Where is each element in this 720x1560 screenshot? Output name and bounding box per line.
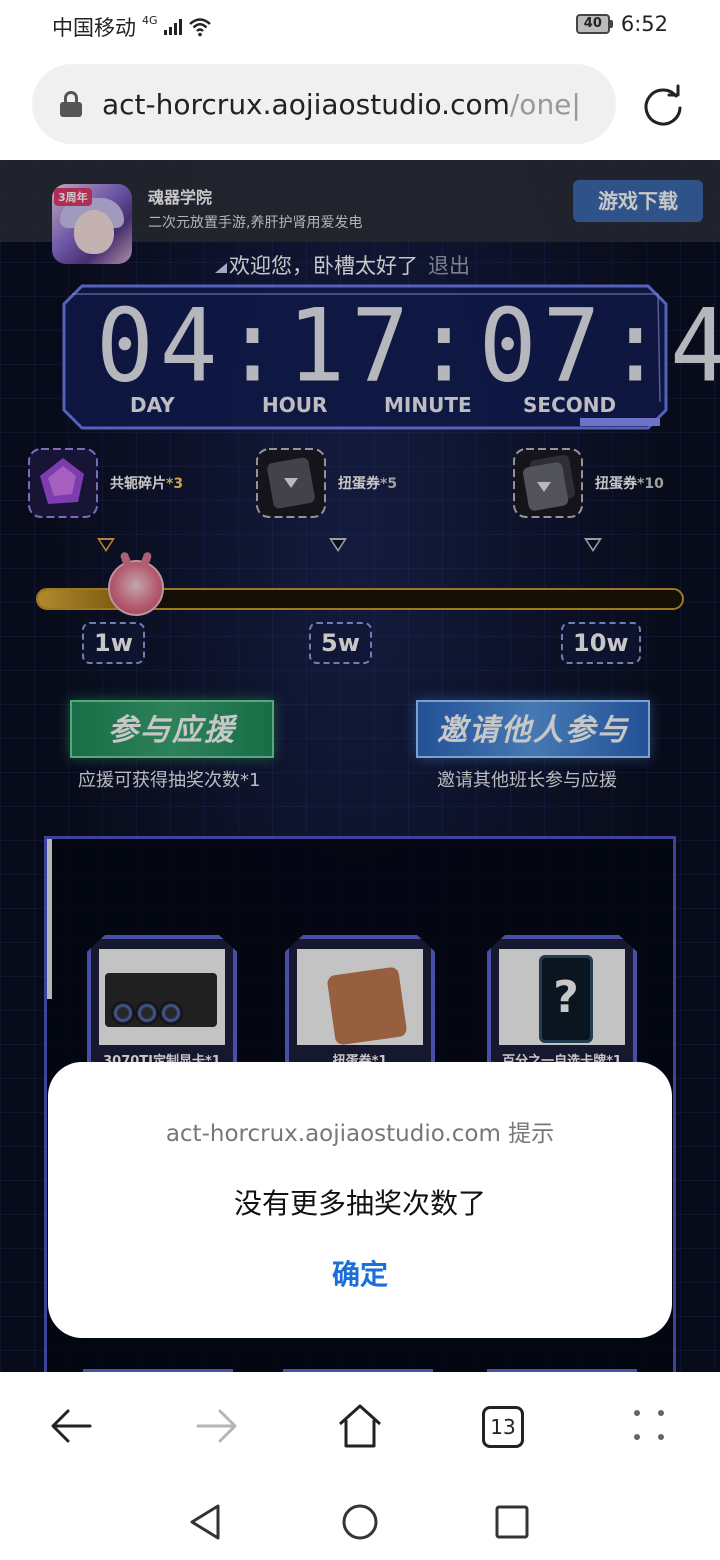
system-navigation-bar [0,1482,720,1560]
carrier-label: 中国移动 [52,16,136,40]
address-bar: act-horcrux.aojiaostudio.com/one| [0,50,720,160]
forward-arrow-icon[interactable] [190,1400,242,1452]
clock: 6:52 [620,12,668,36]
back-arrow-icon[interactable] [46,1400,98,1452]
alert-dialog: act-horcrux.aojiaostudio.com 提示 没有更多抽奖次数… [48,1062,672,1338]
nav-recents-icon[interactable] [492,1502,532,1542]
status-bar: 中国移动 4G 40 6:52 [0,0,720,50]
url-field[interactable]: act-horcrux.aojiaostudio.com/one| [32,64,616,144]
nav-home-icon[interactable] [340,1502,380,1542]
dialog-message: 没有更多抽奖次数了 [233,1187,486,1220]
dialog-ok-button[interactable]: 确定 [310,1252,410,1298]
battery-level: 40 [575,14,610,34]
reload-icon[interactable] [640,82,686,128]
wifi-icon [188,18,211,37]
tabs-button[interactable]: 13 [482,1406,524,1448]
more-menu-icon[interactable] [624,1400,676,1452]
signal-icon [163,19,182,35]
network-type-label: 4G [142,13,158,27]
url-path: /one| [509,87,581,121]
home-icon[interactable] [334,1400,386,1452]
lock-icon [60,91,82,117]
screen: 中国移动 4G 40 6:52 act-horcrux.aojiaostudio… [0,0,720,1560]
battery-icon: 40 [575,14,613,34]
url-host: act-horcrux.aojiaostudio.com [102,87,510,121]
nav-back-icon[interactable] [186,1502,226,1542]
dialog-title: act-horcrux.aojiaostudio.com 提示 [165,1121,555,1147]
browser-toolbar: 13 [0,1372,720,1482]
